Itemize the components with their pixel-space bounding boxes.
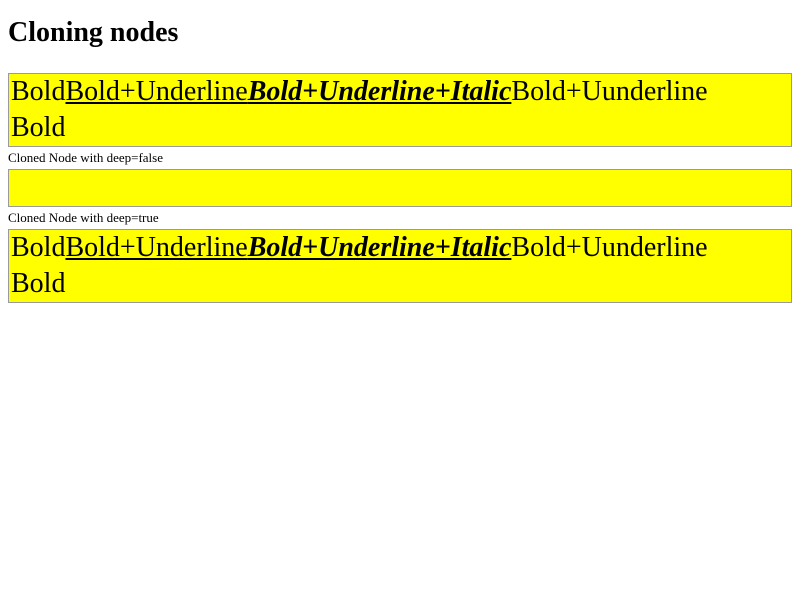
deep-bold-text-2: Bold — [11, 268, 66, 299]
deep-clone-caption: Cloned Node with deep=true — [8, 210, 159, 225]
original-bold-underline-italic-text: Bold+Underline+Italic — [247, 76, 512, 107]
deep-bold-underline-text: Bold+Underline — [65, 232, 248, 263]
deep-bold-uunderline-text: Bold+Uunderline — [511, 232, 708, 263]
original-bold-text: Bold — [11, 76, 66, 107]
deep-bold-underline-italic-text: Bold+Underline+Italic — [247, 232, 512, 263]
original-node: BoldBold+UnderlineBold+Underline+ItalicB… — [8, 73, 792, 147]
deep-clone-node: BoldBold+UnderlineBold+Underline+ItalicB… — [8, 229, 792, 303]
original-bold-uunderline-text: Bold+Uunderline — [511, 76, 708, 107]
original-bold-text-2: Bold — [11, 112, 66, 143]
original-bold-underline-text: Bold+Underline — [65, 76, 248, 107]
shallow-clone-caption: Cloned Node with deep=false — [8, 150, 163, 165]
deep-bold-text: Bold — [11, 232, 66, 263]
shallow-clone-node — [8, 169, 792, 207]
page-title: Cloning nodes — [8, 17, 179, 48]
